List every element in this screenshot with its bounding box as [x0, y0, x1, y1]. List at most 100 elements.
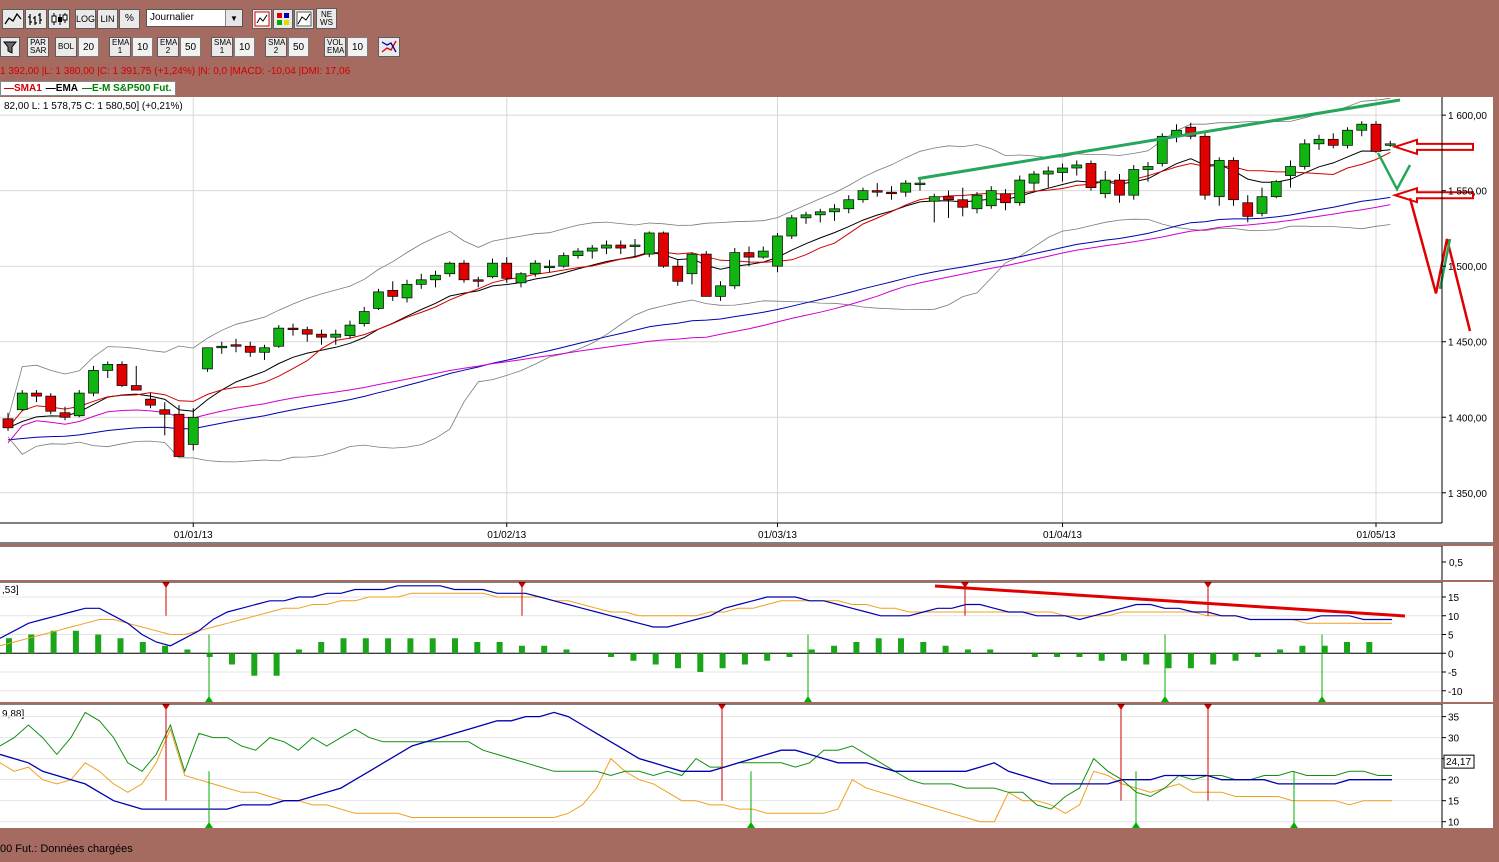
candle-body — [729, 252, 741, 287]
y-tick-label: 1 600,00 — [1448, 111, 1487, 122]
ema50-line — [7, 196, 1391, 441]
y-tick-label: 10 — [1448, 818, 1460, 828]
candle-body — [829, 208, 840, 213]
sma2-button[interactable]: SMA 2 — [265, 37, 287, 57]
ema1-period-field[interactable]: 10 — [132, 37, 153, 57]
ohlc-info: 1 392,00 |L: 1 380,00 |C: 1 391,75 (+1,2… — [0, 66, 351, 77]
candle-body — [73, 392, 85, 417]
candle-body — [1028, 173, 1040, 184]
candle-body — [586, 247, 598, 252]
chevron-down-icon[interactable]: ▼ — [225, 10, 242, 26]
dmi-panel[interactable]: 9,88] 35302520151024,17 — [0, 704, 1493, 828]
sma10-line — [7, 151, 1391, 429]
macd-histogram-bar — [518, 645, 525, 654]
candle-body — [244, 345, 256, 353]
candle-body — [1313, 138, 1325, 145]
candle-body — [615, 244, 627, 249]
sma1-period-field[interactable]: 10 — [234, 37, 255, 57]
candle-body — [843, 199, 855, 210]
candle-body — [415, 279, 427, 285]
funnel-icon[interactable] — [0, 37, 20, 57]
candle-body — [658, 232, 669, 267]
par-sar-button[interactable]: PAR SAR — [27, 37, 49, 57]
y-tick-label: -10 — [1448, 687, 1463, 698]
vol-ema-period-field[interactable]: 10 — [347, 37, 368, 57]
candle-body — [1270, 181, 1282, 198]
candle-body — [88, 370, 99, 394]
period-select[interactable]: Journalier ▼ — [146, 9, 243, 27]
y-tick-label: 1 450,00 — [1448, 338, 1487, 349]
color-grid-icon[interactable] — [273, 9, 293, 29]
candle-body — [287, 327, 299, 330]
candlestick-icon[interactable] — [48, 9, 70, 29]
macd-histogram-bar — [1232, 653, 1239, 661]
candle-body — [387, 290, 399, 297]
bol-button[interactable]: BOL — [55, 37, 77, 57]
macd-histogram-bar — [764, 653, 771, 661]
candle-body — [202, 347, 213, 370]
news-label: NE WS — [320, 9, 333, 27]
macd-histogram-bar — [1098, 653, 1105, 661]
y-tick-label: 1 550,00 — [1448, 187, 1487, 198]
compare-icon[interactable] — [252, 9, 272, 29]
macd-histogram-bar — [741, 653, 748, 665]
candle-body — [1114, 179, 1125, 196]
ema2-period-field[interactable]: 50 — [180, 37, 201, 57]
macd-histogram-bar — [50, 630, 57, 654]
vol-ema-button[interactable]: VOL EMA — [324, 37, 346, 57]
percent-button[interactable]: % — [119, 9, 140, 29]
candle-body — [472, 279, 484, 282]
crossing-lines-icon[interactable] — [378, 37, 400, 57]
candle-body — [1128, 169, 1140, 196]
status-text: 00 Fut.: Données chargées — [0, 843, 133, 855]
sell-signal-marker — [1204, 582, 1212, 588]
macd-histogram-bar — [340, 638, 347, 654]
candle-body — [1327, 138, 1339, 146]
macd-histogram-bar — [719, 653, 726, 669]
log-button[interactable]: LOG — [75, 9, 96, 29]
price-chart[interactable]: 82,00 L: 1 578,75 C: 1 580,50] (+0,21%) … — [0, 97, 1493, 544]
candle-body — [914, 182, 926, 185]
candle-body — [2, 418, 14, 429]
candle-body — [700, 253, 712, 297]
candle-body — [230, 344, 242, 347]
bar-chart-icon[interactable] — [25, 9, 47, 29]
candle-body — [1057, 167, 1068, 173]
price-chart-panel[interactable]: 82,00 L: 1 578,75 C: 1 580,50] (+0,21%) … — [0, 97, 1493, 544]
candle-body — [971, 194, 983, 210]
lin-button[interactable]: LIN — [97, 9, 118, 29]
macd-panel[interactable]: ,53] 15 10 5 0 -5 -10 — [0, 582, 1493, 702]
y-tick-label: 1 400,00 — [1448, 413, 1487, 424]
candle-body — [344, 324, 356, 337]
sma50-line — [7, 204, 1391, 444]
macd-histogram-bar — [608, 653, 615, 657]
y-tick-label: 1 350,00 — [1448, 489, 1487, 500]
period-value: Journalier — [150, 12, 194, 23]
macd-histogram-bar — [295, 649, 302, 654]
ema1-button[interactable]: EMA 1 — [109, 37, 131, 57]
candle-body — [130, 385, 142, 391]
macd-histogram-bar — [6, 638, 12, 654]
volume-panel[interactable]: 0,5 — [0, 546, 1493, 580]
line-chart-icon[interactable] — [2, 9, 24, 29]
macd-chart: ,53] 15 10 5 0 -5 -10 — [0, 582, 1463, 702]
candle-body — [216, 345, 228, 349]
macd-histogram-bar — [808, 649, 815, 654]
macd-histogram-bar — [273, 653, 280, 676]
news-icon[interactable]: NE WS — [316, 8, 337, 29]
candle-body — [686, 253, 698, 275]
candle-body — [45, 395, 57, 412]
sma2-period-field[interactable]: 50 — [288, 37, 309, 57]
sell-signal-marker — [1117, 704, 1125, 710]
candle-body — [1000, 193, 1011, 204]
macd-histogram-bar — [429, 638, 436, 654]
sma1-button[interactable]: SMA 1 — [211, 37, 233, 57]
small-chart-icon[interactable] — [294, 9, 314, 29]
macd-histogram-bar — [898, 638, 904, 654]
ema2-button[interactable]: EMA 2 — [157, 37, 179, 57]
bol-period-field[interactable]: 20 — [78, 37, 99, 57]
candle-body — [116, 364, 128, 386]
sell-signal-marker — [162, 582, 170, 588]
macd-histogram-bar — [630, 653, 637, 661]
candle-body — [1228, 160, 1239, 201]
